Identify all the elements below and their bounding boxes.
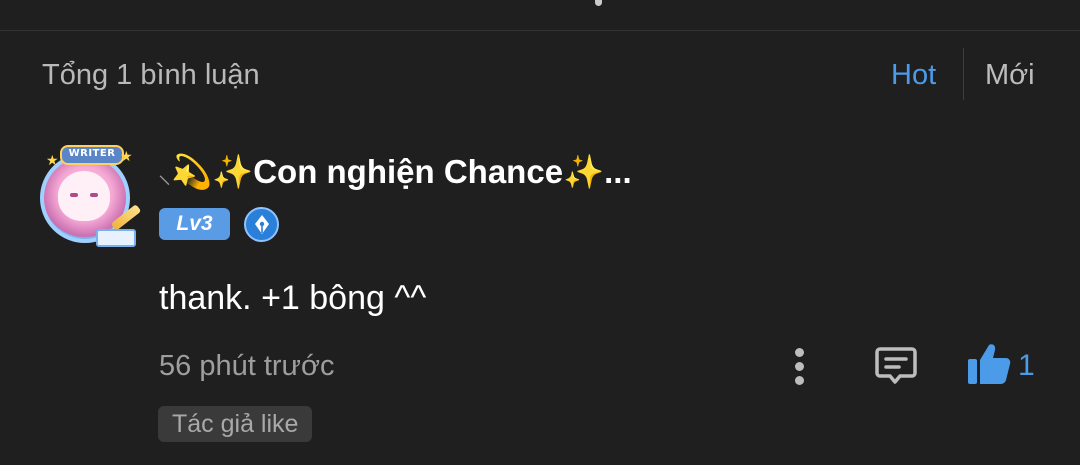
comments-header: Tổng 1 bình luận Hot Mới [0, 48, 1080, 102]
sparkle-emoji: ✨ [563, 153, 605, 190]
comment-body: thank. +1 bông ^^ [159, 279, 427, 317]
like-button[interactable]: 1 [966, 340, 1046, 388]
reply-comment-icon[interactable] [874, 343, 918, 387]
more-vertical-icon[interactable] [788, 344, 812, 388]
comment-timestamp: 56 phút trước [159, 350, 335, 382]
drag-handle-dot [595, 0, 602, 6]
sparkle-emoji: ✨ [212, 153, 254, 190]
more-dot [795, 362, 804, 371]
sort-hot-tab[interactable]: Hot [891, 58, 936, 92]
star-icon: ★ [120, 148, 133, 164]
sort-new-tab[interactable]: Mới [985, 58, 1035, 92]
top-divider [0, 30, 1080, 31]
pen-nib-badge-icon [244, 207, 279, 242]
comment-count-label: Tổng 1 bình luận [42, 59, 260, 91]
like-count: 1 [1018, 349, 1035, 382]
star-icon: ★ [46, 152, 59, 168]
avatar-face [58, 171, 110, 221]
more-dot [795, 348, 804, 357]
username-ellipsis: ... [604, 153, 632, 190]
avatar-eye-left [70, 193, 78, 197]
sort-separator [963, 48, 964, 100]
feather-icon: ⸜ [158, 159, 172, 189]
more-dot [795, 376, 804, 385]
author-liked-badge: Tác giả like [158, 406, 313, 442]
username-text: Con nghiện Chance [253, 153, 564, 190]
thumbs-up-icon [968, 344, 1011, 384]
avatar[interactable]: WRITER ★ ★ [32, 143, 144, 255]
avatar-frame-label: WRITER [60, 145, 124, 165]
avatar-eye-right [90, 193, 98, 197]
comet-emoji: 💫 [171, 153, 213, 190]
level-badge: Lv3 [159, 208, 230, 240]
comment-username[interactable]: ⸜💫✨Con nghiện Chance✨... [158, 152, 678, 194]
book-icon [96, 229, 136, 247]
